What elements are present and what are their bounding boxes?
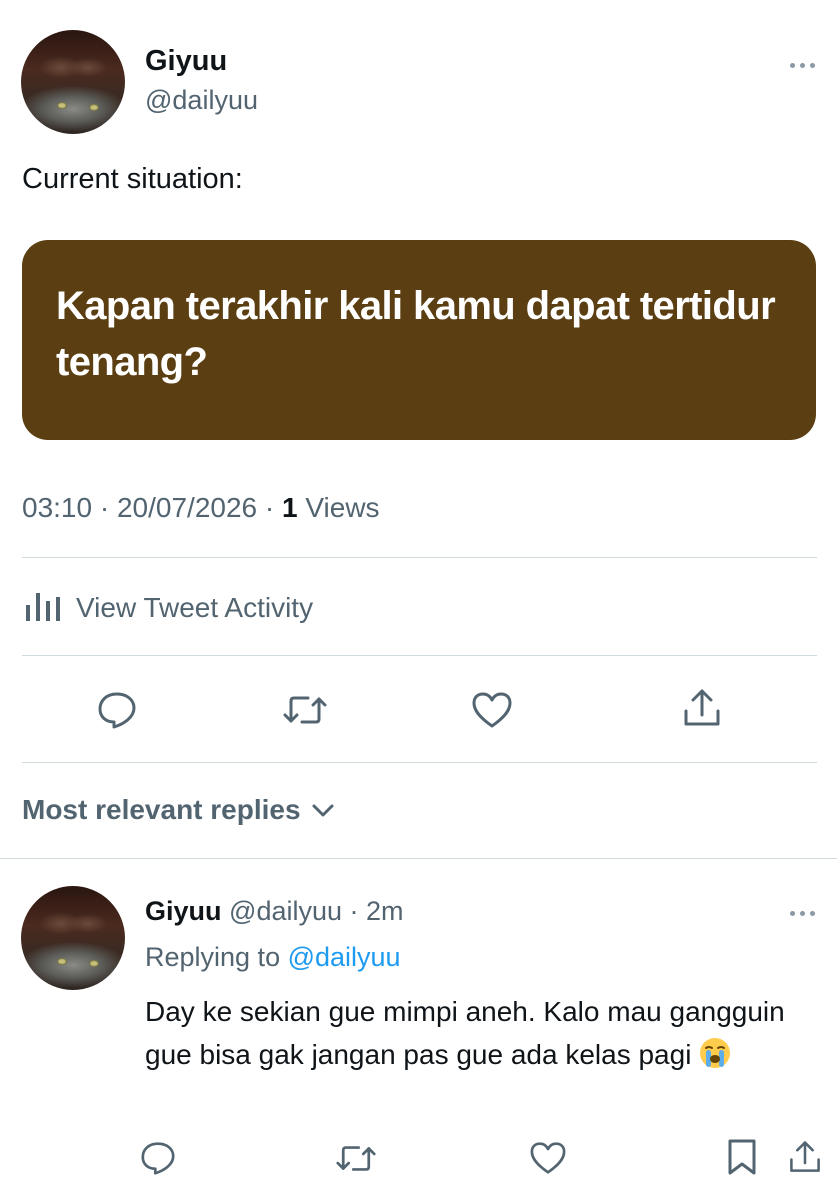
bar-chart-icon — [22, 589, 62, 628]
divider — [22, 762, 817, 763]
retweet-button[interactable] — [280, 690, 330, 730]
tweet-date: 20/07/2026 — [116, 492, 258, 523]
reply-retweet-button[interactable] — [334, 1140, 378, 1176]
replying-to-handle-link[interactable]: @dailyuu — [288, 942, 401, 972]
tweet-metadata: 03:10 · 20/07/2026 · 1 Views — [22, 492, 380, 524]
divider — [22, 655, 817, 656]
tweet-media-image[interactable]: Kapan terakhir kali kamu dapat tertidur … — [22, 240, 816, 440]
share-icon — [682, 687, 722, 729]
reply-button[interactable] — [94, 690, 140, 730]
replies-sort-toggle[interactable]: Most relevant replies — [22, 794, 335, 826]
share-button[interactable] — [680, 686, 724, 730]
retweet-icon — [282, 693, 328, 727]
reply-share-button[interactable] — [787, 1136, 823, 1178]
replying-to-line: Replying to @dailyuu — [145, 942, 401, 973]
tweet-time: 03:10 — [22, 492, 93, 523]
chevron-down-icon — [311, 802, 335, 818]
media-caption-text: Kapan terakhir kali kamu dapat tertidur … — [56, 284, 776, 384]
meta-separator: · — [257, 492, 282, 523]
retweet-icon — [335, 1143, 377, 1174]
tweet-detail-page: Giyuu @dailyuu Current situation: Kapan … — [0, 0, 837, 1200]
author-display-name[interactable]: Giyuu — [145, 45, 227, 78]
reply-time[interactable]: 2m — [366, 896, 404, 926]
views-count[interactable]: 1 — [282, 492, 298, 523]
reply-icon — [97, 691, 137, 729]
meta-separator: · — [92, 492, 117, 523]
divider — [0, 858, 837, 859]
divider — [22, 557, 817, 558]
reply-separator: · — [342, 896, 367, 926]
replies-sort-label: Most relevant replies — [22, 794, 301, 825]
bookmark-icon — [727, 1138, 757, 1176]
reply-icon — [140, 1141, 176, 1175]
like-icon — [529, 1141, 567, 1175]
loudly-crying-face-icon — [699, 1037, 731, 1069]
reply-author-handle[interactable]: @dailyuu — [229, 896, 342, 926]
reply-text: Day ke sekian gue mimpi aneh. Kalo mau g… — [145, 990, 785, 1076]
reply-author-name[interactable]: Giyuu — [145, 896, 222, 926]
reply-body: Day ke sekian gue mimpi aneh. Kalo mau g… — [145, 996, 785, 1070]
reply-like-button[interactable] — [528, 1140, 568, 1176]
reply-author-avatar[interactable] — [21, 886, 125, 990]
view-tweet-activity-label: View Tweet Activity — [76, 592, 314, 623]
tweet-text: Current situation: — [22, 163, 243, 195]
like-icon — [471, 691, 513, 729]
reply-more-options-icon[interactable] — [787, 908, 817, 918]
author-avatar[interactable] — [21, 30, 125, 134]
views-label[interactable]: Views — [298, 492, 379, 523]
share-icon — [788, 1138, 822, 1176]
reply-header: Giyuu @dailyuu · 2m — [145, 896, 404, 927]
like-button[interactable] — [469, 690, 515, 730]
reply-bookmark-button[interactable] — [725, 1136, 759, 1178]
reply-reply-button[interactable] — [138, 1138, 178, 1178]
replying-to-prefix: Replying to — [145, 942, 288, 972]
author-handle[interactable]: @dailyuu — [145, 85, 258, 116]
view-tweet-activity-link[interactable]: View Tweet Activity — [22, 586, 313, 630]
more-options-icon[interactable] — [787, 60, 817, 70]
